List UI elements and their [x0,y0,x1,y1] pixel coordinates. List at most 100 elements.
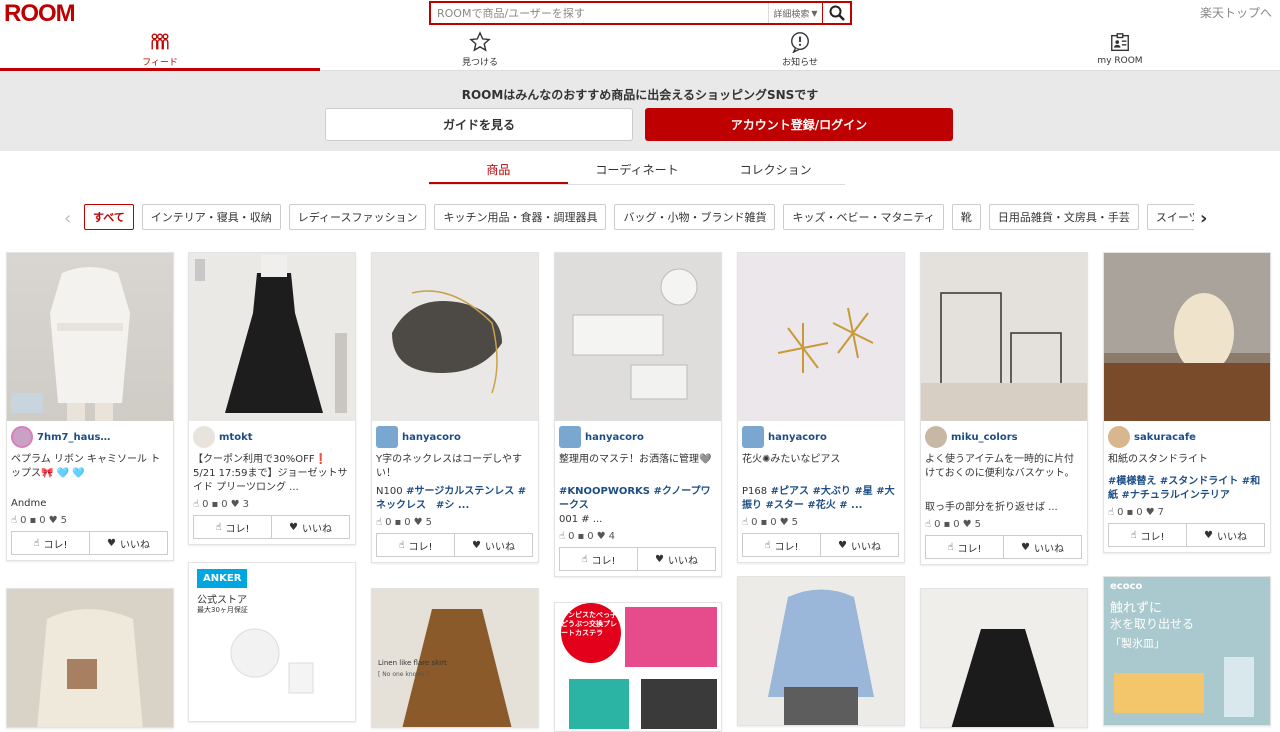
pointer-icon: ☝ [33,537,40,549]
card-user[interactable]: 7hm7_haus… [11,425,168,449]
product-image[interactable] [921,589,1087,727]
chevron-left-icon[interactable]: ‹ [64,208,71,229]
product-image[interactable] [738,577,904,725]
register-login-button[interactable]: アカウント登録/ログイン [645,108,953,141]
tab-products[interactable]: 商品 [429,155,568,184]
like-button[interactable]: ♥ いいね [454,534,532,556]
card-actions: ☝ コレ! ♥ いいね [742,533,899,557]
product-card[interactable] [737,576,905,726]
nav-my-room[interactable]: my ROOM [960,28,1280,70]
product-card[interactable]: ギンピスたべっ子どうぶつ交換プレートカステラ [554,602,722,732]
like-button[interactable]: ♥ いいね [820,534,898,556]
product-card[interactable]: sakuracafe 和紙のスタンドライト #模様替え #スタンドライト #和紙… [1103,252,1271,553]
pointer-icon: ☝ [1108,506,1115,518]
nav-discover[interactable]: 見つける [320,28,640,70]
product-image[interactable] [189,253,355,421]
category-chip[interactable]: 靴 [951,204,981,230]
heart-icon: ♥ [1021,541,1030,553]
detail-search-dropdown[interactable]: 詳細検索 ▼ [768,3,822,23]
kore-button[interactable]: ☝ コレ! [1109,524,1186,546]
category-chip[interactable]: キッズ・ベビー・マタニティ [783,204,944,230]
card-user[interactable]: sakuracafe [1108,425,1265,449]
like-button[interactable]: ♥ いいね [1003,536,1081,558]
product-card[interactable]: 7hm7_haus… ペプラム リボン キャミソール トップス🎀 🩵 🩵 And… [6,252,174,561]
kore-button[interactable]: ☝ コレ! [560,548,637,570]
product-image[interactable]: Linen like flare skirt [ No one knows ] [372,589,538,727]
category-chip[interactable]: すべて [84,204,134,230]
nav-feed[interactable]: フィード [0,28,320,71]
card-extra: Andme [11,498,47,509]
product-card[interactable] [6,588,174,728]
pointer-icon: ☝ [925,518,932,530]
product-image[interactable] [738,253,904,421]
card-description: ペプラム リボン キャミソール トップス🎀 🩵 🩵 [11,454,161,479]
pointer-icon: ☝ [398,539,405,551]
product-card[interactable]: hanyacoro Y字のネックレスはコーデしやすい！ N100 #サージカルス… [371,252,539,563]
hashtags[interactable]: #模様替え #スタンドライト #和紙 #ナチュラルインテリア [1108,476,1260,501]
card-actions: ☝ コレ! ♥ いいね [193,515,350,539]
category-bar: ‹ すべて インテリア・寝具・収納 レディースファッション キッチン用品・食器・… [60,204,1220,232]
category-chip[interactable]: 日用品雑貨・文房具・手芸 [988,204,1139,230]
category-chip[interactable]: スイーツ [1146,204,1194,230]
category-chip[interactable]: レディースファッション [288,204,427,230]
product-card[interactable]: ecoco 触れずに 氷を取り出せる 「製氷皿」 [1103,576,1271,726]
product-image[interactable] [7,589,173,727]
like-button[interactable]: ♥ いいね [1186,524,1264,546]
card-user[interactable]: mtokt [193,425,350,449]
product-image[interactable] [921,253,1087,421]
search-button[interactable] [822,3,850,23]
category-chip[interactable]: インテリア・寝具・収納 [141,204,281,230]
card-description: 整理用のマステ！お洒落に管理🩶 [559,454,712,465]
tab-collection[interactable]: コレクション [706,155,845,184]
category-chip[interactable]: バッグ・小物・ブランド雑貨 [614,204,776,230]
kore-button[interactable]: ☝ コレ! [377,534,454,556]
product-image[interactable]: ANKER 公式ストア 最大30ヶ月保証 [189,563,355,721]
category-chip[interactable]: キッチン用品・食器・調理器具 [434,204,607,230]
content-tabs: 商品 コーディネート コレクション [429,155,845,185]
product-image[interactable]: ギンピスたべっ子どうぶつ交換プレートカステラ [555,603,721,731]
product-image[interactable] [7,253,173,421]
tab-coordinate[interactable]: コーディネート [568,155,707,184]
heart-icon: ♥ [48,514,58,526]
product-card[interactable]: miku_colors よく使うアイテムを一時的に片付けておくのに便利なバスケッ… [920,252,1088,565]
product-card[interactable]: Linen like flare skirt [ No one knows ] [371,588,539,728]
pointer-icon: ☝ [1130,529,1137,541]
kore-button[interactable]: ☝ コレ! [926,536,1003,558]
product-card[interactable] [920,588,1088,728]
kore-button[interactable]: ☝ コレ! [194,516,271,538]
kore-label: コレ! [774,541,799,553]
like-button[interactable]: ♥ いいね [89,532,167,554]
heart-icon: ♥ [289,521,298,533]
chevron-right-icon[interactable]: › [1200,208,1207,229]
tag-suffix: 001 # ... [559,514,603,525]
card-user[interactable]: miku_colors [925,425,1082,449]
nav-notifications[interactable]: お知らせ [640,28,960,70]
like-button[interactable]: ♥ いいね [271,516,349,538]
search-input[interactable] [431,3,768,23]
kore-button[interactable]: ☝ コレ! [743,534,820,556]
card-actions: ☝ コレ! ♥ いいね [925,535,1082,559]
product-card[interactable]: ANKER 公式ストア 最大30ヶ月保証 [188,562,356,722]
kore-count: 0 [385,516,392,528]
product-image[interactable]: ecoco 触れずに 氷を取り出せる 「製氷皿」 [1104,577,1270,725]
product-image[interactable] [555,253,721,421]
product-card[interactable]: mtokt 【クーポン利用で30%OFF❗ 5/21 17:59まで】ジョーゼッ… [188,252,356,545]
nav-label: my ROOM [1097,56,1143,66]
product-card[interactable]: hanyacoro 花火✺みたいなピアス P168 #ピアス #大ぶり #星 #… [737,252,905,563]
card-user[interactable]: hanyacoro [559,425,716,449]
comment-icon: ▪ [394,516,402,528]
kore-button[interactable]: ☝ コレ! [12,532,89,554]
card-user[interactable]: hanyacoro [376,425,533,449]
username: hanyacoro [585,431,644,443]
product-image[interactable] [1104,253,1270,421]
product-card[interactable]: hanyacoro 整理用のマステ！お洒落に管理🩶 #KNOOPWORKS #ク… [554,252,722,577]
promo-text: ギンピスたべっ子どうぶつ交換プレートカステラ [561,611,617,637]
username: hanyacoro [768,431,827,443]
guide-button[interactable]: ガイドを見る [325,108,633,141]
product-image[interactable] [372,253,538,421]
rakuten-top-link[interactable]: 楽天トップへ [1200,4,1272,21]
card-user[interactable]: hanyacoro [742,425,899,449]
room-logo[interactable]: ROOM [4,0,76,28]
hashtags[interactable]: #KNOOPWORKS #クノープワークス [559,486,711,511]
like-button[interactable]: ♥ いいね [637,548,715,570]
